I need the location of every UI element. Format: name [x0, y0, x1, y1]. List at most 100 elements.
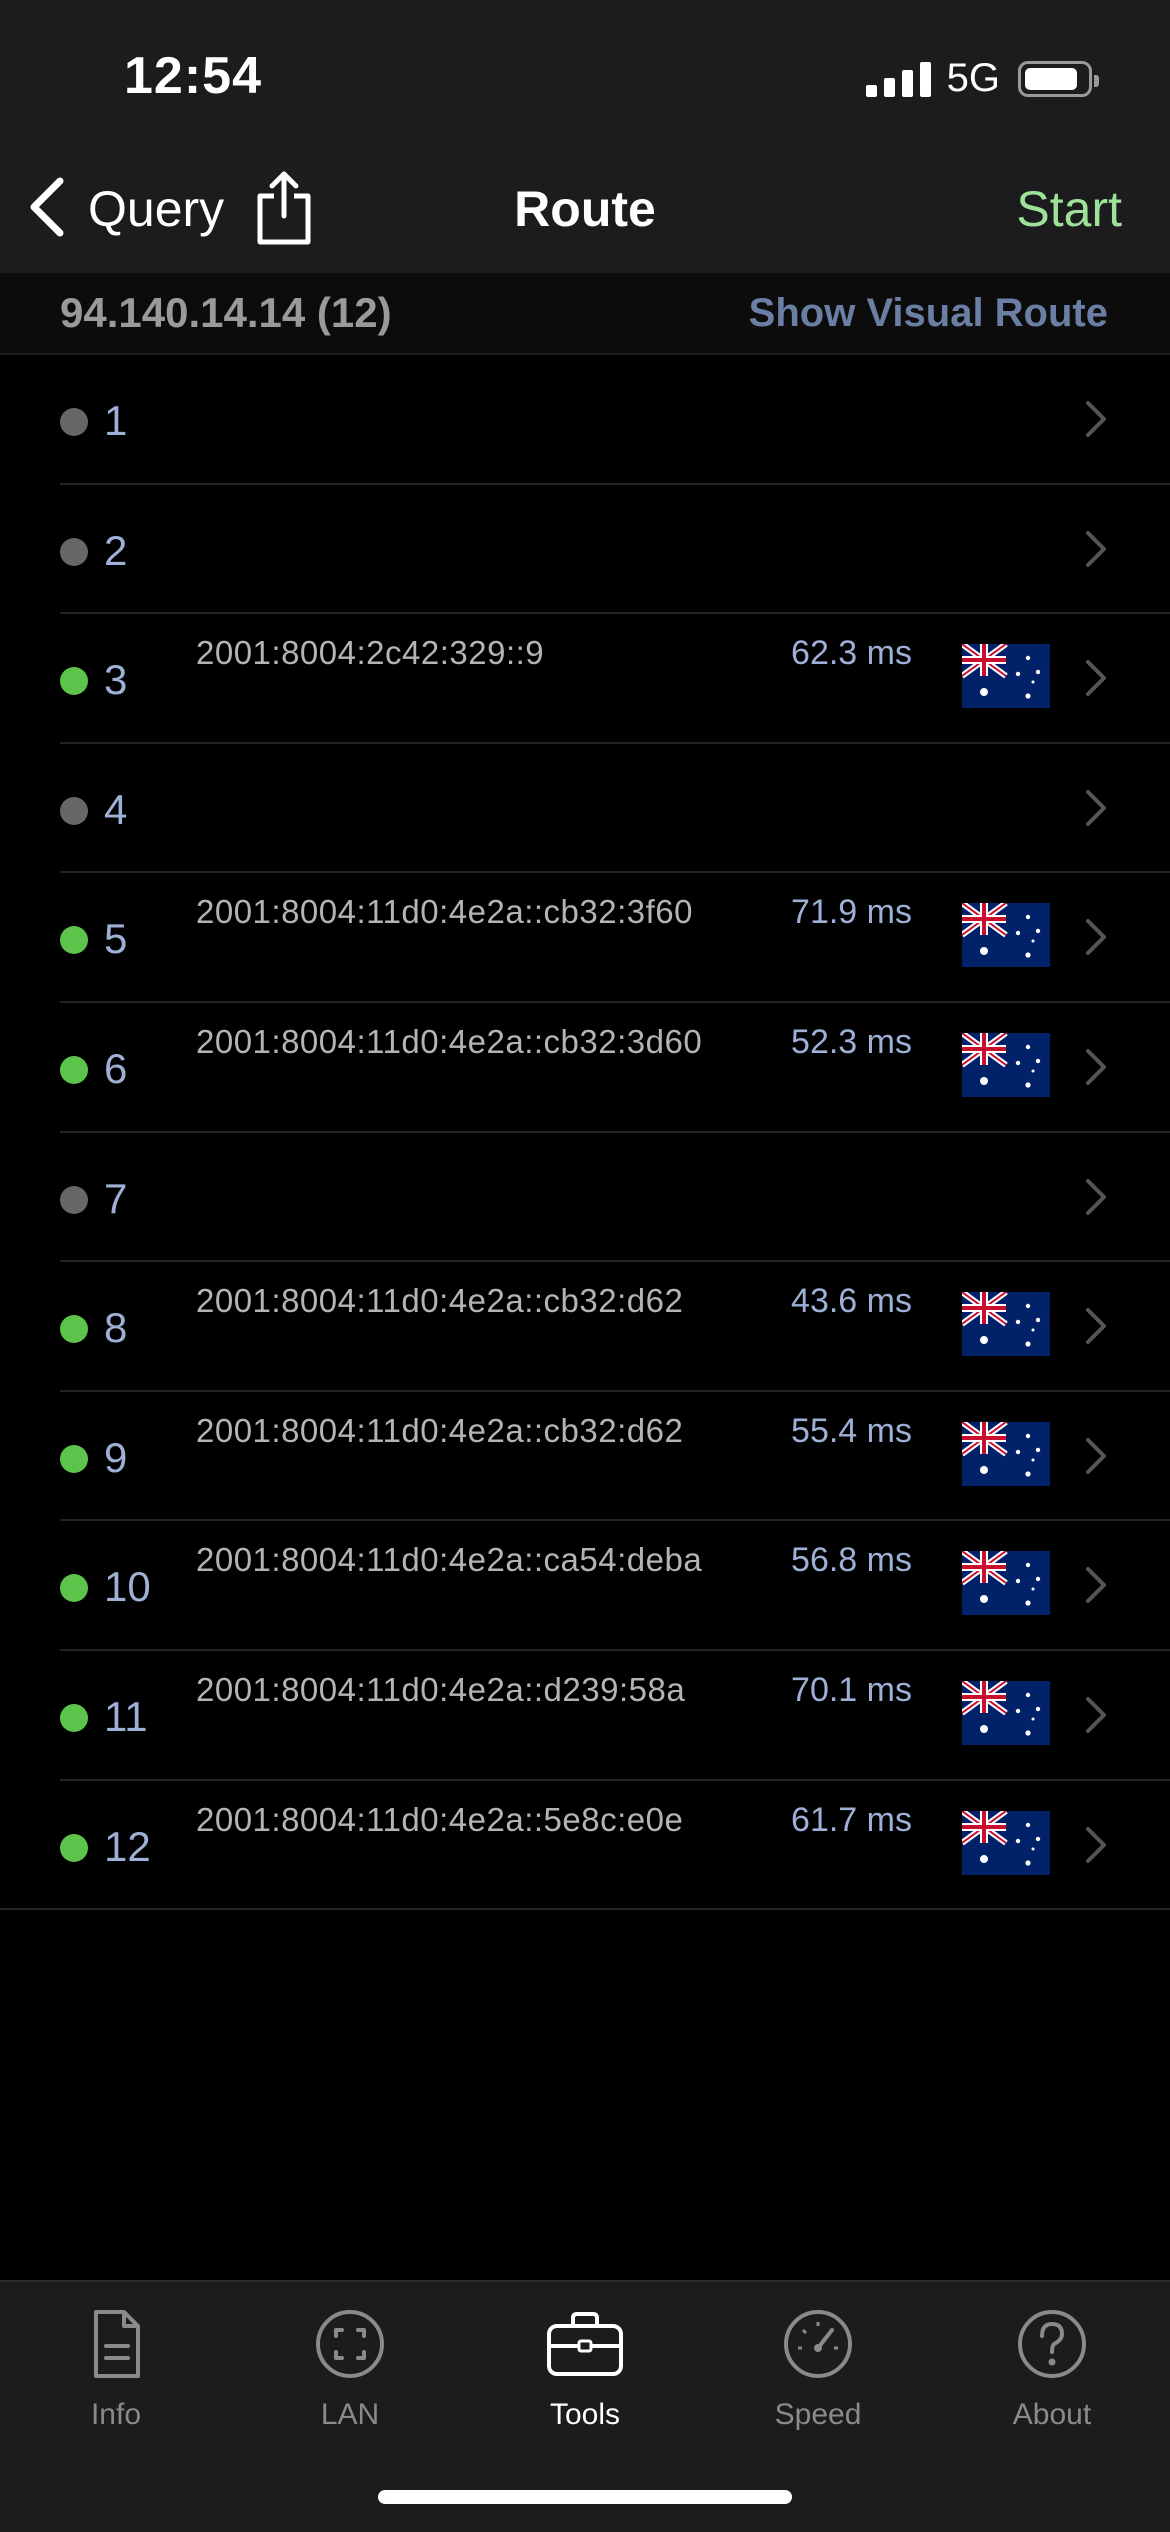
- status-dot-active: [60, 1703, 88, 1732]
- nav-bar: Query Route Start: [0, 150, 1170, 270]
- document-icon: [94, 2310, 140, 2378]
- scan-icon: [316, 2310, 384, 2378]
- hop-row[interactable]: 6 2001:8004:11d0:4e2a::cb32:3d60 52.3 ms: [0, 1003, 1170, 1133]
- chevron-right-icon: [1084, 529, 1108, 569]
- chevron-right-icon: [1084, 1565, 1108, 1605]
- hop-address: 2001:8004:11d0:4e2a::d239:58a: [196, 1670, 686, 1708]
- chevron-right-icon: [1084, 399, 1108, 439]
- status-dot-active: [60, 1315, 88, 1344]
- australia-flag-icon: [960, 900, 1050, 968]
- row-divider: [0, 1908, 1170, 1911]
- status-indicators: 5G: [865, 56, 1099, 101]
- australia-flag-icon: [960, 1548, 1050, 1616]
- home-indicator[interactable]: [378, 2490, 792, 2504]
- network-type: 5G: [946, 56, 1000, 100]
- chevron-right-icon: [1084, 1306, 1108, 1346]
- chevron-right-icon: [1084, 658, 1108, 698]
- hop-address: 2001:8004:2c42:329::9: [196, 634, 545, 672]
- speedometer-icon: [784, 2310, 852, 2378]
- hop-address: 2001:8004:11d0:4e2a::ca54:deba: [196, 1541, 703, 1579]
- status-dot-inactive: [60, 537, 88, 566]
- hop-latency: 71.9 ms: [791, 893, 912, 932]
- australia-flag-icon: [960, 1678, 1050, 1745]
- hop-number: 3: [104, 656, 128, 704]
- hop-latency: 55.4 ms: [791, 1411, 912, 1450]
- hop-row[interactable]: 4: [0, 744, 1170, 874]
- tab-tools[interactable]: Tools: [485, 2302, 685, 2432]
- tab-label: About: [1012, 2398, 1092, 2431]
- hop-number: 5: [104, 915, 128, 963]
- status-dot-active: [60, 1833, 88, 1862]
- status-dot-inactive: [60, 1185, 88, 1214]
- start-button[interactable]: Start: [1016, 180, 1122, 238]
- status-time: 12:54: [124, 47, 262, 105]
- toolbox-icon: [547, 2312, 623, 2376]
- hop-row[interactable]: 1: [0, 355, 1170, 485]
- chevron-right-icon: [1084, 1825, 1108, 1865]
- hop-list: 1 2 3 2001:8004:2c42:329::9 62.3 ms 4 5 2001:80…: [0, 355, 1170, 1911]
- hop-row[interactable]: 2: [0, 485, 1170, 615]
- route-target: 94.140.14.14 (12): [60, 289, 392, 336]
- australia-flag-icon: [960, 641, 1050, 709]
- show-visual-route-link[interactable]: Show Visual Route: [749, 291, 1108, 336]
- hop-row[interactable]: 10 2001:8004:11d0:4e2a::ca54:deba 56.8 ms: [0, 1521, 1170, 1651]
- tab-label: Info: [90, 2398, 142, 2431]
- status-dot-active: [60, 926, 88, 955]
- hop-number: 2: [104, 526, 128, 574]
- hop-number: 10: [104, 1563, 151, 1611]
- hop-latency: 61.7 ms: [791, 1800, 912, 1839]
- tab-info[interactable]: Info: [16, 2302, 216, 2432]
- hop-number: 4: [104, 785, 128, 833]
- status-dot-active: [60, 1055, 88, 1084]
- top-bar: 12:54 5G Query Route Start: [0, 0, 1170, 273]
- australia-flag-icon: [960, 1419, 1050, 1486]
- tab-label: Speed: [774, 2398, 862, 2431]
- hop-address: 2001:8004:11d0:4e2a::cb32:3f60: [196, 893, 693, 931]
- app-screen: 12:54 5G Query Route Start 94.140.14.14 …: [0, 0, 1170, 2532]
- hop-row[interactable]: 5 2001:8004:11d0:4e2a::cb32:3f60 71.9 ms: [0, 873, 1170, 1003]
- hop-row[interactable]: 11 2001:8004:11d0:4e2a::d239:58a 70.1 ms: [0, 1651, 1170, 1781]
- hop-latency: 62.3 ms: [791, 634, 912, 673]
- route-header: 94.140.14.14 (12) Show Visual Route: [0, 273, 1170, 355]
- chevron-right-icon: [1084, 917, 1108, 957]
- chevron-left-icon[interactable]: [26, 175, 70, 239]
- australia-flag-icon: [960, 1808, 1050, 1875]
- hop-latency: 52.3 ms: [791, 1022, 912, 1061]
- hop-address: 2001:8004:11d0:4e2a::cb32:3d60: [196, 1022, 703, 1060]
- australia-flag-icon: [960, 1289, 1050, 1357]
- status-dot-inactive: [60, 796, 88, 825]
- battery-icon: [1018, 60, 1099, 97]
- chevron-right-icon: [1084, 1695, 1108, 1735]
- chevron-right-icon: [1084, 788, 1108, 828]
- question-icon: [1018, 2310, 1086, 2378]
- hop-number: 8: [104, 1304, 128, 1352]
- hop-address: 2001:8004:11d0:4e2a::cb32:d62: [196, 1282, 684, 1320]
- share-icon[interactable]: [252, 170, 316, 246]
- tab-speed[interactable]: Speed: [718, 2302, 918, 2432]
- hop-row[interactable]: 8 2001:8004:11d0:4e2a::cb32:d62 43.6 ms: [0, 1262, 1170, 1392]
- hop-latency: 43.6 ms: [791, 1282, 912, 1321]
- hop-number: 6: [104, 1044, 128, 1092]
- status-dot-active: [60, 667, 88, 696]
- hop-row[interactable]: 3 2001:8004:2c42:329::9 62.3 ms: [0, 614, 1170, 744]
- tab-lan[interactable]: LAN: [250, 2302, 450, 2432]
- hop-number: 12: [104, 1822, 151, 1870]
- tab-about[interactable]: About: [952, 2302, 1152, 2432]
- status-dot-inactive: [60, 408, 88, 436]
- hop-row[interactable]: 9 2001:8004:11d0:4e2a::cb32:d62 55.4 ms: [0, 1392, 1170, 1522]
- hop-row[interactable]: 7: [0, 1133, 1170, 1263]
- hop-number: 1: [104, 397, 128, 444]
- hop-latency: 56.8 ms: [791, 1541, 912, 1580]
- hop-row[interactable]: 12 2001:8004:11d0:4e2a::5e8c:e0e 61.7 ms: [0, 1781, 1170, 1911]
- chevron-right-icon: [1084, 1177, 1108, 1217]
- tab-label: Tools: [549, 2398, 621, 2431]
- status-dot-active: [60, 1574, 88, 1603]
- status-dot-active: [60, 1444, 88, 1473]
- chevron-right-icon: [1084, 1436, 1108, 1476]
- hop-address: 2001:8004:11d0:4e2a::cb32:d62: [196, 1411, 684, 1449]
- back-button[interactable]: Query: [88, 180, 224, 238]
- australia-flag-icon: [960, 1030, 1050, 1097]
- hop-address: 2001:8004:11d0:4e2a::5e8c:e0e: [196, 1800, 684, 1838]
- chevron-right-icon: [1084, 1047, 1108, 1087]
- signal-icon: [865, 61, 931, 97]
